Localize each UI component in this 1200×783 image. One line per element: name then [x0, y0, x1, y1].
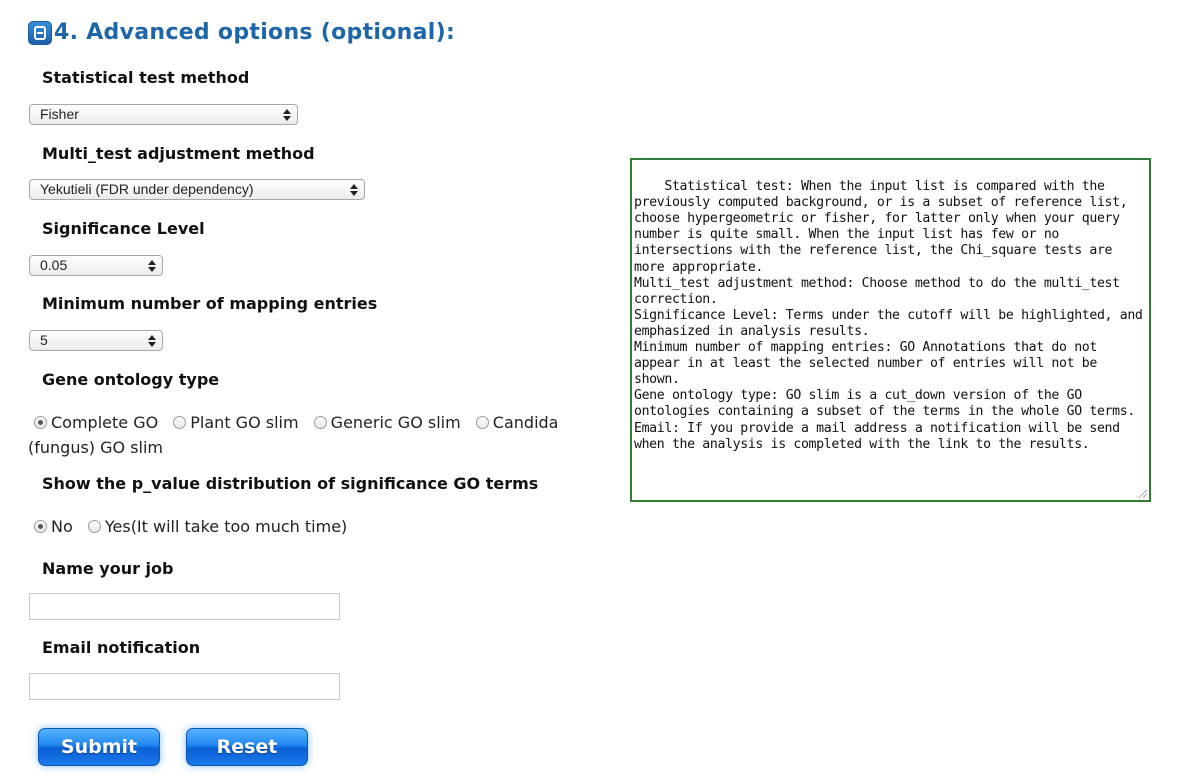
help-textarea[interactable]: Statistical test: When the input list is…	[630, 158, 1151, 502]
job-name-input[interactable]	[29, 593, 340, 620]
significance-label: Significance Level	[42, 219, 205, 238]
select-arrows-icon	[350, 182, 358, 197]
radio-pvalue-yes[interactable]	[87, 520, 101, 533]
radio-pvalue-yes-label: Yes(It will take too much time)	[104, 517, 348, 536]
multi-test-value: Yekutieli (FDR under dependency)	[40, 181, 254, 197]
select-arrows-icon	[283, 107, 291, 122]
collapse-icon[interactable]	[28, 20, 52, 45]
statistical-test-value: Fisher	[40, 106, 79, 122]
advanced-options-page: 4. Advanced options (optional): Statisti…	[0, 0, 1200, 783]
radio-generic-go-slim-label: Generic GO slim	[330, 413, 461, 432]
job-name-label: Name your job	[42, 559, 174, 578]
significance-select[interactable]: 0.05	[29, 255, 163, 276]
radio-plant-go-slim-label: Plant GO slim	[190, 413, 299, 432]
radio-candida-label: Candida	[492, 413, 559, 432]
radio-complete-go[interactable]	[34, 416, 47, 429]
radio-candida-go-slim[interactable]	[475, 416, 489, 429]
radio-pvalue-no[interactable]	[34, 520, 47, 533]
ontology-label: Gene ontology type	[42, 370, 220, 389]
ontology-radio-wrap-line: (fungus) GO slim	[28, 436, 163, 460]
help-text: Statistical test: When the input list is…	[634, 179, 1143, 452]
radio-plant-go-slim[interactable]	[173, 416, 187, 429]
radio-complete-go-label: Complete GO	[51, 413, 159, 432]
select-arrows-icon	[148, 258, 156, 273]
multi-test-select[interactable]: Yekutieli (FDR under dependency)	[29, 179, 365, 200]
reset-button[interactable]: Reset	[186, 728, 308, 766]
min-entries-select[interactable]: 5	[29, 330, 163, 351]
min-entries-value: 5	[40, 332, 48, 348]
resize-grip-icon[interactable]	[1139, 490, 1147, 498]
significance-value: 0.05	[40, 257, 68, 273]
pvalue-label: Show the p_value distribution of signifi…	[42, 474, 539, 493]
radio-pvalue-no-label: No	[51, 517, 73, 536]
ontology-radio-group: Complete GO Plant GO slim Generic GO sli…	[28, 411, 558, 435]
radio-generic-go-slim[interactable]	[313, 416, 327, 429]
min-entries-label: Minimum number of mapping entries	[42, 294, 378, 313]
statistical-test-label: Statistical test method	[42, 68, 250, 87]
email-label: Email notification	[42, 638, 201, 657]
statistical-test-select[interactable]: Fisher	[29, 104, 298, 125]
pvalue-radio-group: No Yes(It will take too much time)	[28, 515, 347, 539]
section-header: 4. Advanced options (optional):	[28, 20, 455, 45]
select-arrows-icon	[148, 333, 156, 348]
submit-button[interactable]: Submit	[38, 728, 160, 766]
multi-test-label: Multi_test adjustment method	[42, 144, 315, 163]
email-input[interactable]	[29, 673, 340, 700]
radio-candida-label-cont: (fungus) GO slim	[28, 438, 164, 457]
section-title: 4. Advanced options (optional):	[54, 20, 456, 45]
